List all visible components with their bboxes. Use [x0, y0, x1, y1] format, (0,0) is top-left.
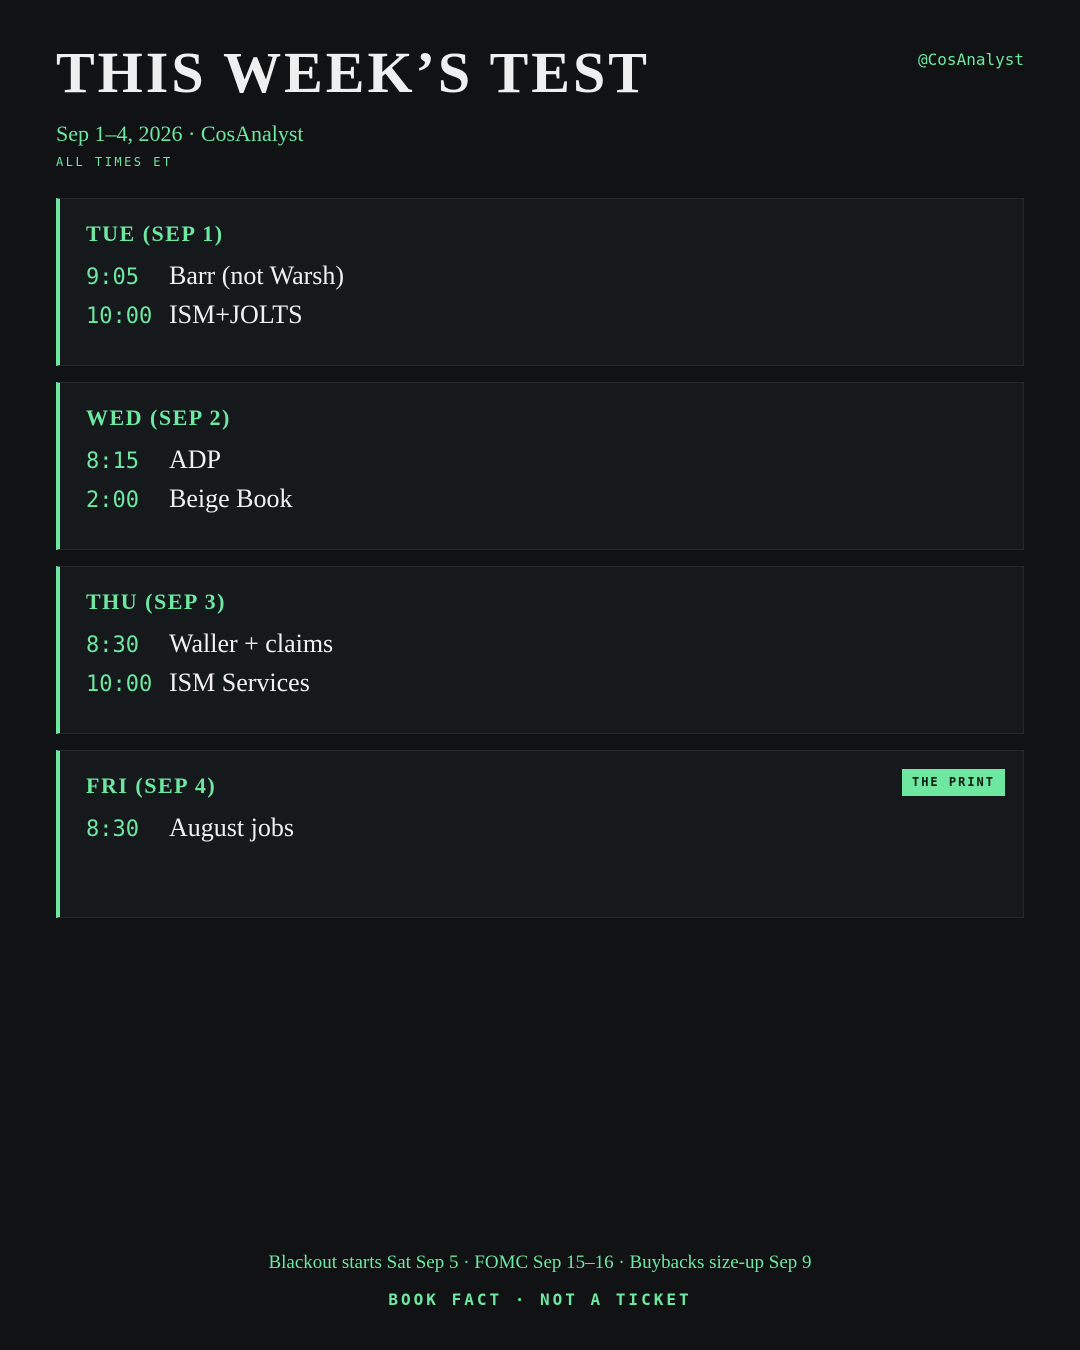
event-name: Barr (not Warsh)	[169, 261, 345, 290]
footer-tag: BOOK FACT · NOT A TICKET	[388, 1290, 692, 1309]
day-card-thu: THU (SEP 3) 8:30 Waller + claims 10:00 I…	[56, 566, 1024, 734]
day-label: TUE (SEP 1)	[86, 221, 224, 246]
event-row: 9:05 Barr (not Warsh)	[86, 261, 986, 300]
the-print-badge: THE PRINT	[901, 769, 1005, 796]
event-list: 8:30 Waller + claims 10:00 ISM Services	[86, 629, 986, 707]
author-handle: @CosAnalyst	[918, 50, 1024, 69]
event-list: 9:05 Barr (not Warsh) 10:00 ISM+JOLTS	[86, 261, 986, 339]
day-label: WED (SEP 2)	[86, 405, 231, 430]
timezone-note: ALL TIMES ET	[56, 155, 173, 169]
event-row: 10:00 ISM+JOLTS	[86, 300, 986, 339]
event-name: Waller + claims	[169, 629, 334, 658]
page-title: THIS WEEK’S TEST	[56, 40, 650, 105]
footer-note: Blackout starts Sat Sep 5 · FOMC Sep 15–…	[268, 1252, 812, 1273]
day-card-wed: WED (SEP 2) 8:15 ADP 2:00 Beige Book	[56, 382, 1024, 550]
event-time: 8:30	[86, 633, 139, 658]
event-time: 10:00	[86, 304, 153, 329]
day-card-fri: FRI (SEP 4) THE PRINT 8:30 August jobs	[56, 750, 1024, 918]
event-time: 8:15	[86, 449, 139, 474]
day-card-tue: TUE (SEP 1) 9:05 Barr (not Warsh) 10:00 …	[56, 198, 1024, 366]
event-time: 2:00	[86, 488, 139, 513]
day-label: FRI (SEP 4)	[86, 773, 217, 798]
event-time: 9:05	[86, 265, 139, 290]
event-name: Beige Book	[169, 484, 293, 513]
event-list: 8:15 ADP 2:00 Beige Book	[86, 445, 986, 523]
event-name: ISM Services	[169, 668, 310, 697]
event-row: 2:00 Beige Book	[86, 484, 986, 523]
day-list: TUE (SEP 1) 9:05 Barr (not Warsh) 10:00 …	[56, 198, 1024, 934]
event-row: 8:30 Waller + claims	[86, 629, 986, 668]
event-row: 10:00 ISM Services	[86, 668, 986, 707]
event-name: ADP	[169, 445, 222, 474]
event-name: August jobs	[169, 813, 294, 842]
event-row: 8:15 ADP	[86, 445, 986, 484]
event-list: 8:30 August jobs	[86, 813, 986, 852]
schedule-page: THIS WEEK’S TEST @CosAnalyst Sep 1–4, 20…	[56, 0, 1024, 1350]
event-time: 8:30	[86, 817, 139, 842]
event-name: ISM+JOLTS	[169, 300, 303, 329]
date-range-subtitle: Sep 1–4, 2026 · CosAnalyst	[56, 121, 304, 146]
event-time: 10:00	[86, 672, 153, 697]
day-label: THU (SEP 3)	[86, 589, 226, 614]
event-row: 8:30 August jobs	[86, 813, 986, 852]
